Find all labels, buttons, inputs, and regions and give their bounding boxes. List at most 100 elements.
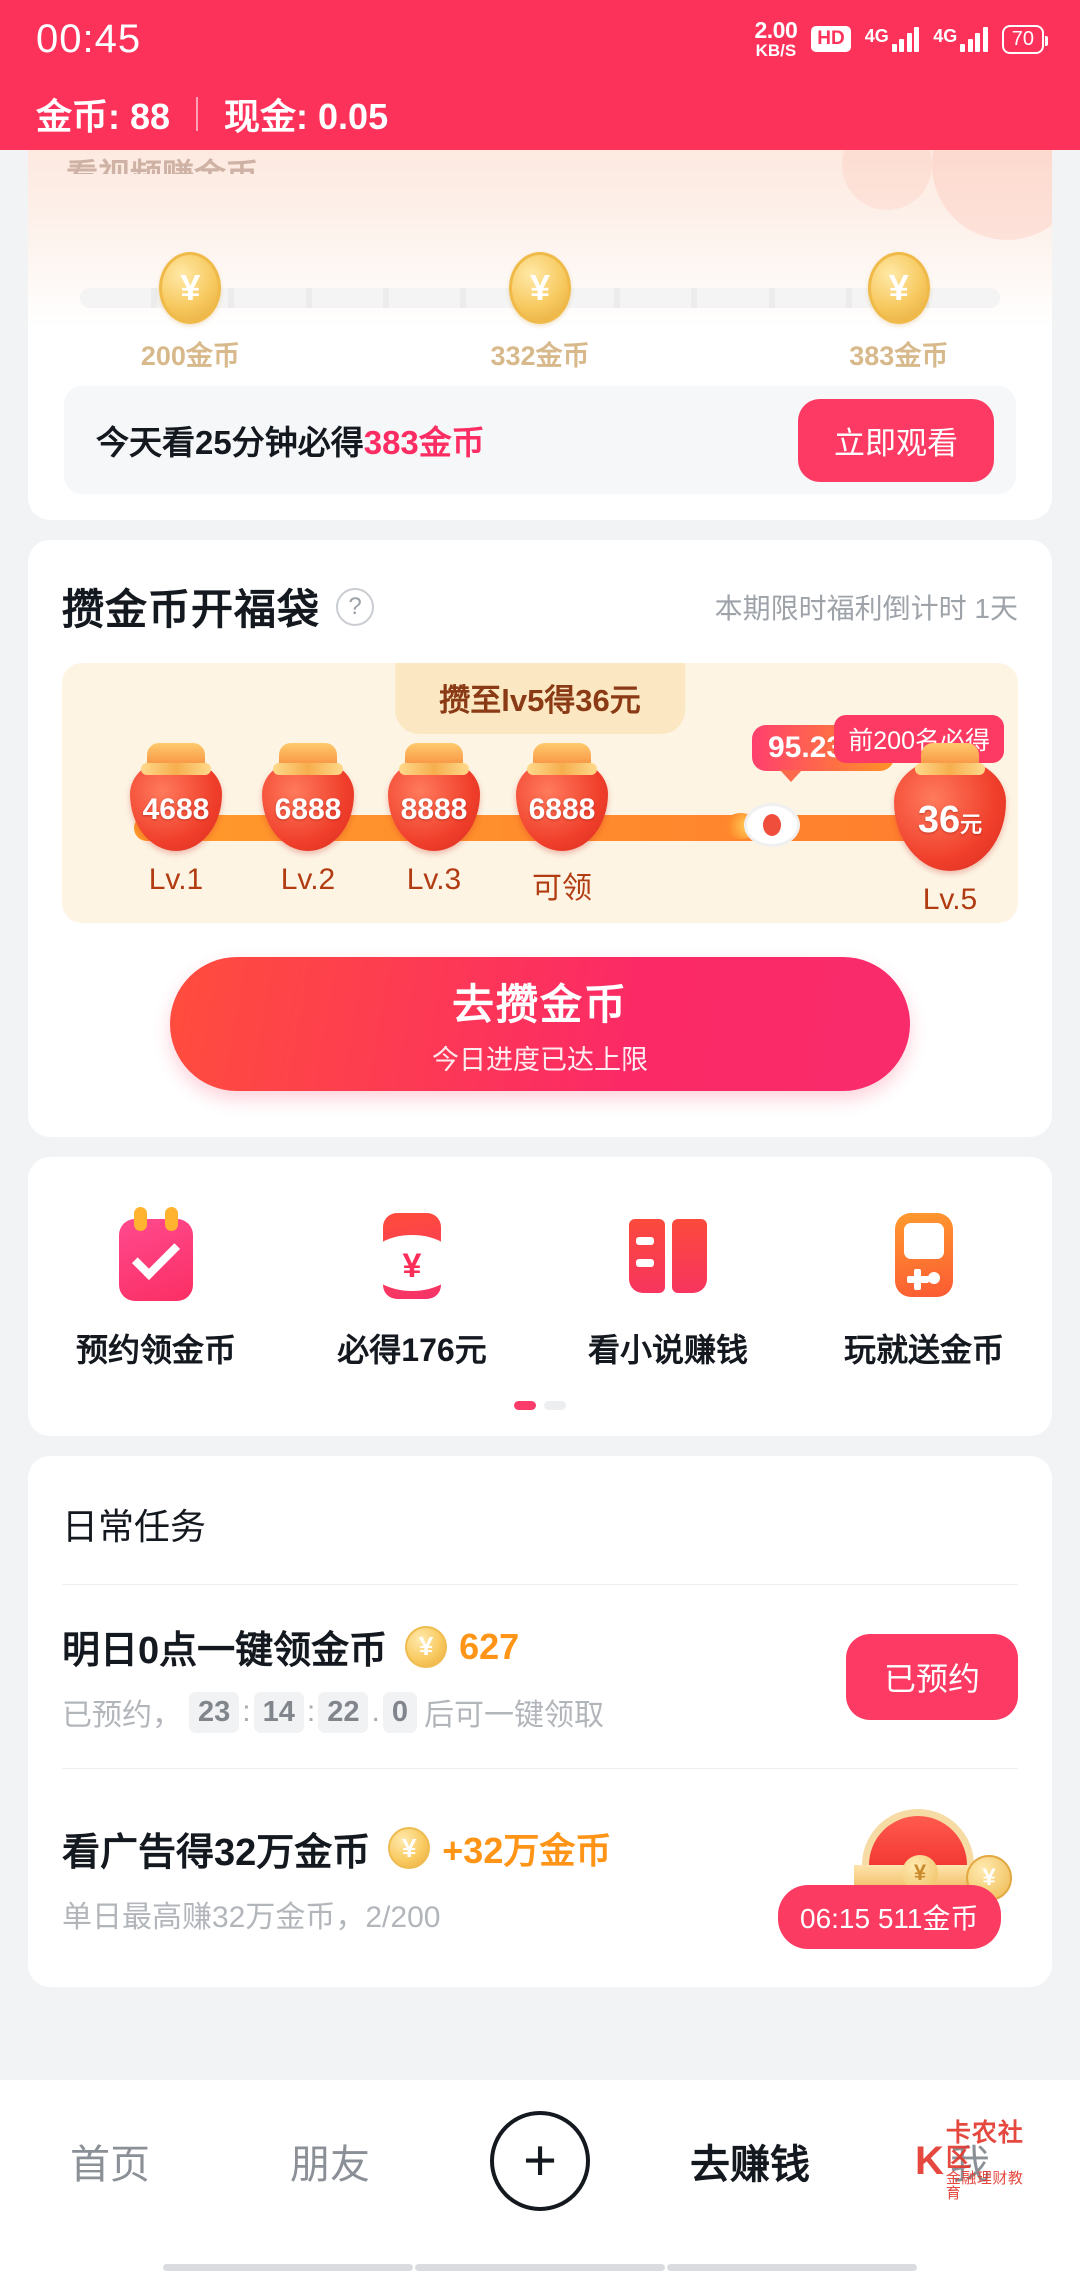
watch-now-button[interactable]: 立即观看 (798, 398, 994, 482)
bag-value: 6888 (274, 793, 342, 826)
bag-level-4[interactable]: 6888 可领 (492, 759, 632, 907)
bag-level-1[interactable]: 4688 Lv.1 (106, 759, 246, 897)
shortcuts-row: 预约领金币 ¥ 必得176元 看小说赚钱 玩就送金币 (28, 1207, 1052, 1371)
watch-promo-bar: 今天看25分钟必得383金币 立即观看 (64, 386, 1016, 494)
lucky-bag-title: 攒金币开福袋 (62, 586, 321, 633)
nav-item-profile-label: 我 (950, 2143, 990, 2187)
scroll-content[interactable]: 看视频赚金币 ¥ 200金币 ¥ 332金币 ¥ 383金币 今天看25分钟必得… (0, 150, 1080, 2080)
status-icons: 2.00 KB/S HD 4G 4G 70 (754, 17, 1049, 60)
money-bag-icon: 8888 (388, 759, 480, 851)
task-reward: +32万金币 (442, 1830, 612, 1871)
cash-balance[interactable]: 现金: 0.05 (224, 88, 388, 140)
nav-item-profile[interactable]: 我 K 卡农社区 金融理财教育 (860, 2106, 1080, 2216)
bag-level-label: Lv.2 (280, 863, 336, 896)
task-content: 看广告得32万金币 ¥ +32万金币 单日最高赚32万金币，2/200 (62, 1821, 828, 1936)
shortcut-label: 看小说赚钱 (587, 1332, 748, 1368)
bag-value-unit: 元 (960, 811, 983, 837)
milestone-node-2[interactable]: ¥ 332金币 (480, 252, 600, 373)
lucky-bag-card: 攒金币开福袋 ? 本期限时福利倒计时 1天 攒至lv5得36元 95.23 % … (28, 540, 1052, 1137)
coin-icon: ¥ (867, 252, 930, 324)
coin-icon: ¥ (388, 1827, 431, 1869)
lucky-bag-header: 攒金币开福袋 ? 本期限时福利倒计时 1天 (28, 576, 1052, 637)
shortcut-label: 必得176元 (337, 1332, 487, 1368)
plus-icon[interactable]: + (490, 2111, 590, 2211)
milestone-node-3[interactable]: ¥ 383金币 (839, 252, 959, 373)
bag-level-5[interactable]: 36元 Lv.5 (880, 759, 1020, 917)
task-name: 明日0点一键领金币 (62, 1630, 388, 1672)
shortcut-guaranteed-cash[interactable]: ¥ 必得176元 (284, 1209, 540, 1371)
nav-item-create[interactable]: + (440, 2106, 640, 2216)
task-title-row: 看广告得32万金币 ¥ +32万金币 (62, 1821, 828, 1876)
milestone-label: 383金币 (849, 341, 949, 371)
watch-promo-text: 今天看25分钟必得383金币 (96, 416, 485, 464)
shortcut-reserve-coins[interactable]: 预约领金币 (28, 1207, 284, 1371)
task-row-reserve[interactable]: 明日0点一键领金币 ¥ 627 已预约， 23:14:22. 0 后可一键领取 已… (28, 1585, 1052, 1768)
bag-value: 6888 (528, 793, 596, 826)
sim1-signal-bars (891, 26, 920, 52)
countdown-timer: 23:14:22. 0 (186, 1691, 420, 1733)
status-time: 00:45 (36, 16, 142, 61)
bag-level-2[interactable]: 6888 Lv.2 (238, 759, 378, 897)
bag-level-label: Lv.3 (406, 863, 462, 896)
milestone-node-1[interactable]: ¥ 200金币 (130, 252, 250, 373)
network-speed-value: 2.00 (754, 17, 798, 43)
coins-balance[interactable]: 金币: 88 (36, 88, 170, 140)
network-speed-unit: KB/S (755, 41, 797, 60)
bottom-navigation: 首页 朋友 + 去赚钱 我 K 卡农社区 金融理财教育 (0, 2080, 1080, 2280)
task-reward: 627 (459, 1625, 520, 1667)
sim1-network-label: 4G (864, 26, 889, 46)
pagination-dot-active[interactable] (514, 1401, 536, 1410)
shortcut-play-games[interactable]: 玩就送金币 (796, 1209, 1052, 1371)
money-bag-icon: 6888 (262, 759, 354, 851)
lucky-bag-levels: 4688 Lv.1 6888 Lv.2 8888 Lv.3 6888 可领 36… (62, 759, 1018, 916)
treasure-chest-icon[interactable]: ¥ ¥ 06:15 511金币 (778, 1803, 1018, 1953)
task-content: 明日0点一键领金币 ¥ 627 已预约， 23:14:22. 0 后可一键领取 (62, 1619, 846, 1734)
task-title-row: 明日0点一键领金币 ¥ 627 (62, 1619, 846, 1674)
daily-tasks-card: 日常任务 明日0点一键领金币 ¥ 627 已预约， 23:14:22. 0 后可一… (28, 1456, 1052, 1987)
cta-secondary-label: 今日进度已达上限 (432, 1045, 648, 1075)
coin-icon: ¥ (509, 252, 571, 324)
battery-icon: 70 (1001, 24, 1049, 54)
help-icon[interactable]: ? (336, 587, 375, 626)
hd-voice-icon: HD (811, 26, 851, 52)
nav-item-friends[interactable]: 朋友 (220, 2106, 440, 2216)
chest-timer-badge: 06:15 511金币 (778, 1885, 1001, 1949)
money-bag-icon: 4688 (130, 759, 222, 851)
nav-item-home[interactable]: 首页 (0, 2106, 220, 2216)
bag-level-3[interactable]: 8888 Lv.3 (364, 759, 504, 897)
cta-primary-label: 去攒金币 (451, 981, 628, 1028)
task-action-button[interactable]: 已预约 (845, 1633, 1018, 1720)
shortcut-read-novels[interactable]: 看小说赚钱 (540, 1209, 796, 1371)
go-earn-coins-button[interactable]: 去攒金币 今日进度已达上限 (170, 957, 910, 1091)
task-sub-prefix: 已预约， (62, 1699, 182, 1732)
watch-promo-highlight: 383金币 (363, 424, 485, 461)
sim2-signal-bars (960, 26, 988, 52)
task-sub-suffix: 后可一键领取 (423, 1699, 604, 1732)
task-subtitle: 单日最高赚32万金币，2/200 (62, 1900, 441, 1934)
bag-level-label: Lv.5 (922, 883, 978, 916)
book-icon (627, 1209, 709, 1301)
countdown-minutes: 14 (253, 1691, 304, 1733)
shortcut-label: 玩就送金币 (843, 1332, 1004, 1368)
lucky-bag-ribbon: 攒至lv5得36元 (395, 663, 685, 734)
red-envelope-icon: ¥ (371, 1209, 453, 1301)
bag-value: 36元 (918, 799, 982, 842)
coin-milestone-progress: ¥ 200金币 ¥ 332金币 ¥ 383金币 (80, 252, 1000, 371)
carousel-pagination[interactable] (28, 1401, 1052, 1410)
money-bag-icon: 6888 (516, 759, 608, 851)
sim2-network-label: 4G (933, 26, 958, 46)
watch-promo-prefix: 今天看25分钟必得 (96, 424, 364, 461)
bag-value: 8888 (400, 793, 468, 826)
nav-item-earn[interactable]: 去赚钱 (640, 2106, 860, 2216)
shortcuts-card: 预约领金币 ¥ 必得176元 看小说赚钱 玩就送金币 (28, 1157, 1052, 1436)
bag-level-label: Lv.1 (148, 863, 204, 896)
lucky-bag-countdown: 本期限时福利倒计时 1天 (714, 592, 1018, 624)
lucky-bag-progress-stage: 攒至lv5得36元 95.23 % 前200名必得 4688 Lv.1 6888 (62, 663, 1018, 923)
watch-card-title-clipped: 看视频赚金币 (28, 150, 1052, 174)
pagination-dot[interactable] (544, 1401, 566, 1410)
shortcut-label: 预约领金币 (75, 1332, 236, 1368)
task-row-watch-ads[interactable]: 看广告得32万金币 ¥ +32万金币 单日最高赚32万金币，2/200 ¥ ¥ … (28, 1769, 1052, 1987)
watermark-k: K (915, 2138, 944, 2183)
task-subtitle: 已预约， 23:14:22. 0 后可一键领取 (62, 1690, 846, 1734)
header-divider (196, 97, 199, 131)
